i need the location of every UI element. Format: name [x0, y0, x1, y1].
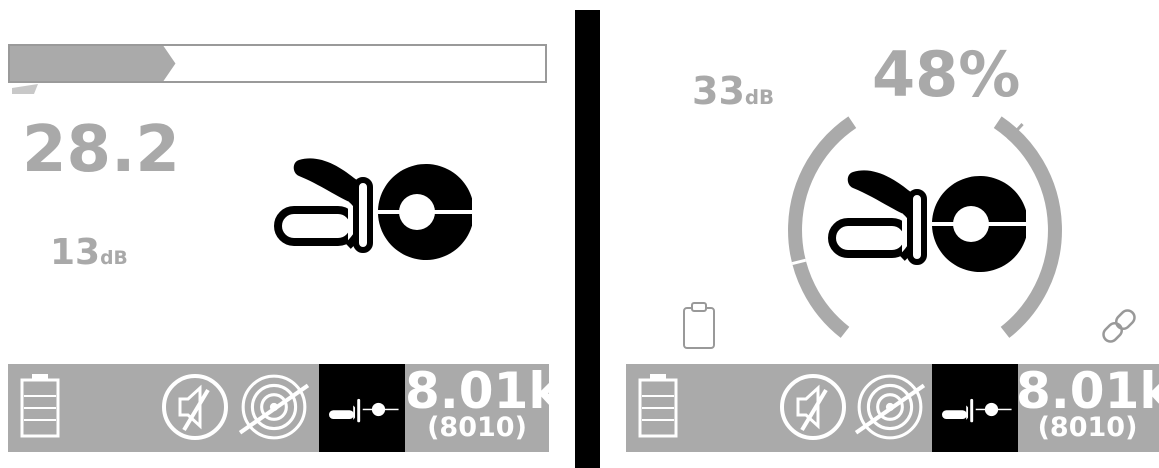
clamp-icon: [938, 386, 1012, 430]
frequency-display: 8.01k (8010): [1016, 364, 1159, 452]
target-disabled-icon[interactable]: [854, 371, 926, 443]
frequency-exact: (8010): [1037, 412, 1138, 443]
speaker-muted-icon[interactable]: [160, 372, 230, 442]
mode-button[interactable]: [932, 364, 1018, 452]
gain-unit: dB: [100, 248, 128, 269]
link-icon[interactable]: [1098, 305, 1140, 347]
status-bar: 8.01k (8010): [8, 362, 562, 452]
frequency-value: 8.01k: [405, 362, 562, 420]
gain-value: 13: [50, 232, 101, 273]
gain-readout: 33dB: [692, 72, 774, 110]
clipboard-icon[interactable]: [682, 300, 716, 350]
progress-fill: [10, 46, 176, 81]
battery-icon: [638, 372, 678, 438]
clamp-icon: [272, 148, 472, 268]
mode-button[interactable]: [319, 364, 405, 452]
main-value: 28.2: [22, 113, 180, 187]
frequency-value: 8.01k: [1016, 362, 1159, 420]
clamp-icon: [325, 386, 399, 430]
right-screen: 33dB 48% 8.01k (8010): [600, 0, 1159, 468]
status-bar: 8.01k (8010): [626, 364, 1159, 452]
clamp-icon: [826, 160, 1026, 280]
battery-icon: [20, 372, 60, 438]
left-screen: 28.2 13dB 8.01k (8010): [0, 0, 575, 468]
speaker-muted-icon[interactable]: [778, 372, 848, 442]
gain-unit: dB: [744, 86, 775, 109]
progress-bar: [8, 44, 547, 94]
signal-strength: 48%: [872, 38, 1021, 111]
screen-divider: [575, 10, 600, 468]
frequency-display: 8.01k (8010): [405, 362, 562, 452]
frequency-exact: (8010): [427, 412, 527, 443]
target-disabled-icon[interactable]: [238, 371, 310, 443]
gain-value: 33: [692, 69, 745, 113]
gain-readout: 13dB: [50, 235, 128, 271]
